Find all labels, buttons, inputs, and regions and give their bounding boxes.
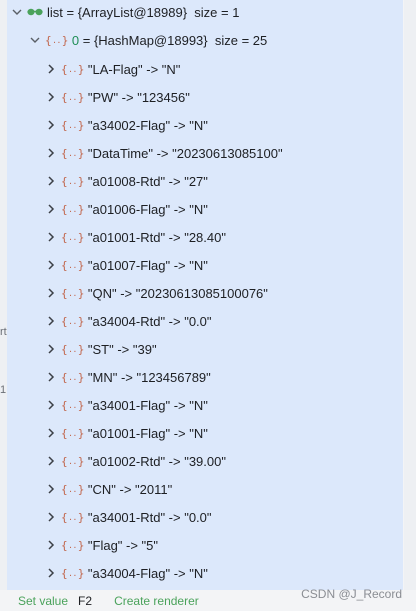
map-entry-label: "a01006-Flag" -> "N": [87, 201, 208, 217]
map-entry-label: "a01007-Flag" -> "N": [87, 257, 208, 273]
map-entry-label: "CN" -> "2011": [87, 481, 173, 497]
map-entry-label: "a34004-Rtd" -> "0.0": [87, 313, 212, 329]
object-braces-icon: {..}: [61, 426, 84, 440]
object-braces-icon: {..}: [61, 202, 84, 216]
chevron-right-icon[interactable]: [45, 202, 57, 216]
watermark: CSDN @J_Record: [301, 587, 402, 601]
object-braces-icon: {..}: [45, 33, 68, 47]
map-entry-row[interactable]: {..} "PW" -> "123456": [7, 83, 403, 111]
object-braces-icon: {..}: [61, 510, 84, 524]
element-value: = {HashMap@18993}: [82, 32, 208, 48]
map-entry-row[interactable]: {..} "a01001-Rtd" -> "28.40": [7, 223, 403, 251]
chevron-right-icon[interactable]: [45, 118, 57, 132]
editor-edge: [0, 0, 7, 611]
root-variable-value: {ArrayList@18989}: [77, 4, 188, 20]
chevron-right-icon[interactable]: [45, 146, 57, 160]
object-braces-icon: {..}: [61, 62, 84, 76]
map-entry-label: "MN" -> "123456789": [87, 369, 211, 385]
tree-row-hashmap[interactable]: {..} 0 = {HashMap@18993} size = 25: [7, 26, 403, 54]
object-braces-icon: {..}: [61, 146, 84, 160]
map-entry-label: "a01001-Flag" -> "N": [87, 425, 208, 441]
chevron-right-icon[interactable]: [45, 426, 57, 440]
object-braces-icon: {..}: [61, 398, 84, 412]
chevron-right-icon[interactable]: [45, 370, 57, 384]
chevron-down-icon[interactable]: [11, 5, 23, 19]
create-renderer-link[interactable]: Create renderer: [114, 594, 199, 608]
map-entry-row[interactable]: {..} "DataTime" -> "20230613085100": [7, 139, 403, 167]
object-braces-icon: {..}: [61, 230, 84, 244]
object-braces-icon: {..}: [61, 118, 84, 132]
chevron-right-icon[interactable]: [45, 62, 57, 76]
map-entry-row[interactable]: {..} "MN" -> "123456789": [7, 363, 403, 391]
editor-edge-fragment: rt: [0, 326, 7, 338]
map-entry-label: "a01008-Rtd" -> "27": [87, 173, 208, 189]
chevron-right-icon[interactable]: [45, 510, 57, 524]
map-entry-label: "a34002-Flag" -> "N": [87, 117, 208, 133]
map-entry-label: "a01002-Rtd" -> "39.00": [87, 453, 226, 469]
map-entry-label: "QN" -> "20230613085100076": [87, 285, 268, 301]
object-braces-icon: {..}: [61, 566, 84, 580]
map-entry-label: "PW" -> "123456": [87, 89, 190, 105]
map-entry-label: "Flag" -> "5": [87, 537, 159, 553]
map-entry-row[interactable]: {..} "a34001-Rtd" -> "0.0": [7, 503, 403, 531]
map-entry-row[interactable]: {..} "Flag" -> "5": [7, 531, 403, 559]
object-braces-icon: {..}: [61, 342, 84, 356]
chevron-right-icon[interactable]: [45, 482, 57, 496]
chevron-right-icon[interactable]: [45, 566, 57, 580]
scrollbar-track[interactable]: [404, 0, 416, 611]
set-value-link[interactable]: Set value: [18, 594, 68, 608]
element-index: 0: [71, 32, 80, 48]
object-braces-icon: {..}: [61, 482, 84, 496]
object-braces-icon: {..}: [61, 174, 84, 188]
chevron-right-icon[interactable]: [45, 286, 57, 300]
chevron-right-icon[interactable]: [45, 314, 57, 328]
map-entry-row[interactable]: {..} "ST" -> "39": [7, 335, 403, 363]
editor-edge-fragment: 1: [0, 384, 7, 396]
set-value-shortcut: F2: [78, 593, 93, 608]
map-entry-row[interactable]: {..} "a01007-Flag" -> "N": [7, 251, 403, 279]
map-entry-row[interactable]: {..} "a34004-Rtd" -> "0.0": [7, 307, 403, 335]
map-entry-label: "a34004-Flag" -> "N": [87, 565, 208, 581]
root-variable-size: size = 1: [194, 4, 240, 20]
root-variable-name: list: [47, 4, 63, 20]
object-braces-icon: {..}: [61, 370, 84, 384]
map-entry-label: "ST" -> "39": [87, 341, 157, 357]
object-braces-icon: {..}: [61, 90, 84, 104]
object-braces-icon: {..}: [61, 258, 84, 272]
chevron-right-icon[interactable]: [45, 342, 57, 356]
map-entry-row[interactable]: {..} "a01001-Flag" -> "N": [7, 419, 403, 447]
map-entry-row[interactable]: {..} "a34001-Flag" -> "N": [7, 391, 403, 419]
map-entry-row[interactable]: {..} "CN" -> "2011": [7, 475, 403, 503]
chevron-right-icon[interactable]: [45, 454, 57, 468]
map-entry-row[interactable]: {..} "a34002-Flag" -> "N": [7, 111, 403, 139]
map-entry-label: "a34001-Flag" -> "N": [87, 397, 208, 413]
chevron-right-icon[interactable]: [45, 398, 57, 412]
glasses-icon: [27, 8, 43, 16]
chevron-right-icon[interactable]: [45, 174, 57, 188]
chevron-right-icon[interactable]: [45, 90, 57, 104]
map-entry-label: "LA-Flag" -> "N": [87, 61, 181, 77]
chevron-right-icon[interactable]: [45, 538, 57, 552]
map-entry-row[interactable]: {..} "a01006-Flag" -> "N": [7, 195, 403, 223]
variables-tree: list = {ArrayList@18989} size = 1 {..} 0…: [7, 0, 403, 590]
map-entry-label: "a34001-Rtd" -> "0.0": [87, 509, 212, 525]
chevron-right-icon[interactable]: [45, 230, 57, 244]
object-braces-icon: {..}: [61, 314, 84, 328]
map-entry-row[interactable]: {..} "a34004-Flag" -> "N": [7, 559, 403, 587]
map-entry-row[interactable]: {..} "QN" -> "20230613085100076": [7, 279, 403, 307]
map-entry-row[interactable]: {..} "LA-Flag" -> "N": [7, 55, 403, 83]
map-entry-row[interactable]: {..} "a01008-Rtd" -> "27": [7, 167, 403, 195]
map-entry-row[interactable]: {..} "a01002-Rtd" -> "39.00": [7, 447, 403, 475]
tree-row-root[interactable]: list = {ArrayList@18989} size = 1: [7, 0, 403, 24]
object-braces-icon: {..}: [61, 454, 84, 468]
map-entry-label: "a01001-Rtd" -> "28.40": [87, 229, 226, 245]
object-braces-icon: {..}: [61, 538, 84, 552]
element-size: size = 25: [214, 32, 268, 48]
debugger-variables-popup: rt 1 list = {ArrayList@18989} size = 1 {…: [0, 0, 416, 611]
chevron-right-icon[interactable]: [45, 258, 57, 272]
map-entry-label: "DataTime" -> "20230613085100": [87, 145, 283, 161]
chevron-down-icon[interactable]: [29, 33, 41, 47]
object-braces-icon: {..}: [61, 286, 84, 300]
